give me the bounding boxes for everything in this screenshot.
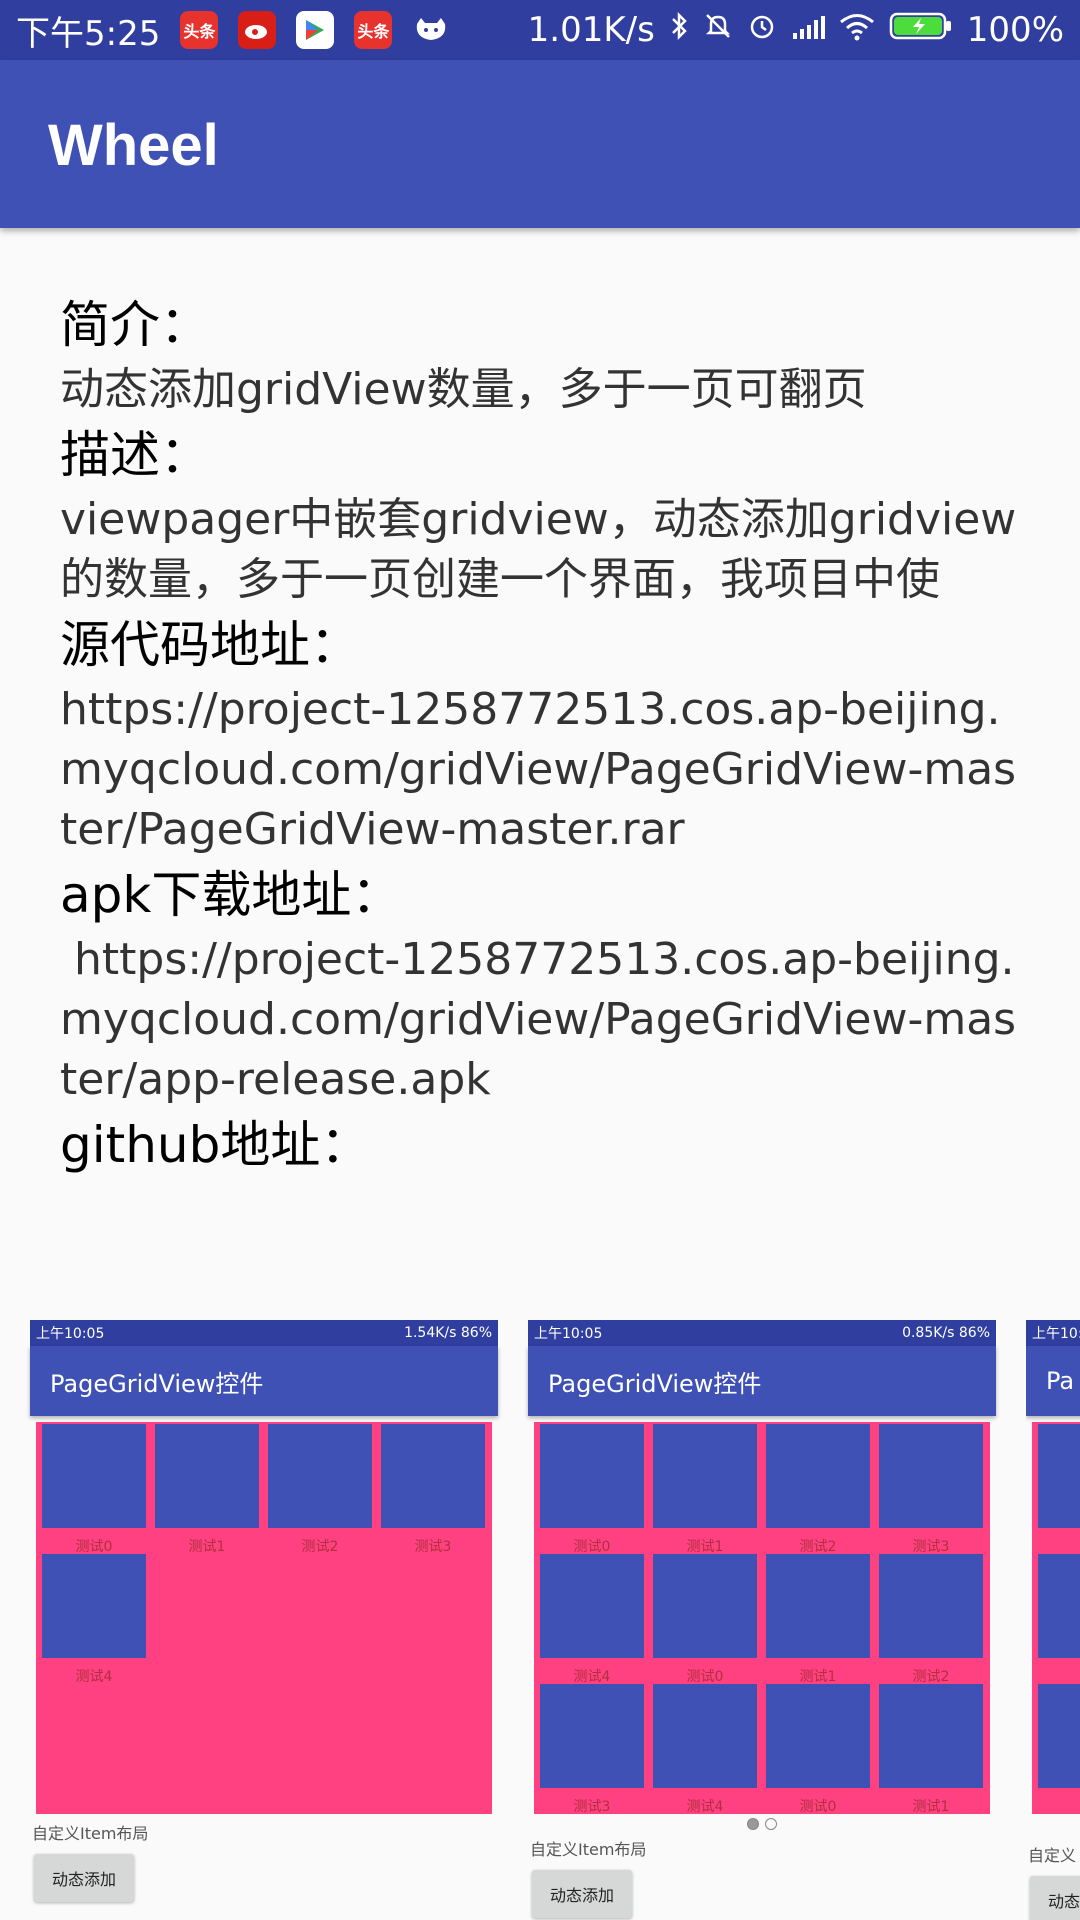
app-toolbar: Wheel xyxy=(0,60,1080,228)
mini-title: PageGridView控件 xyxy=(50,1369,264,1398)
grid-item[interactable]: 测试2 xyxy=(268,1424,372,1556)
mini-toolbar: PageGridView控件 xyxy=(528,1346,996,1416)
toutiao-icon: 头条 xyxy=(354,11,393,49)
app-title: Wheel xyxy=(48,113,219,178)
mini-toolbar: PageGridView控件 xyxy=(30,1346,498,1416)
grid-item[interactable]: 测试1 xyxy=(155,1424,259,1556)
wifi-icon xyxy=(839,10,875,50)
grid-item[interactable] xyxy=(1038,1684,1080,1788)
grid-item[interactable]: 测试2 xyxy=(766,1424,870,1556)
weibo-icon xyxy=(238,11,277,49)
mute-icon xyxy=(703,10,733,50)
mini-status-bar: 上午10:05 0.85K/s 86% xyxy=(528,1320,996,1346)
mini-toolbar: Pa xyxy=(1026,1346,1080,1416)
apk-heading: apk下载地址： xyxy=(60,866,402,924)
grid-view xyxy=(1032,1422,1080,1814)
play-store-icon xyxy=(296,11,335,49)
page-indicator[interactable] xyxy=(528,1818,996,1830)
grid-item[interactable]: 测试4 xyxy=(540,1554,644,1686)
mini-status-right: 0.85K/s 86% xyxy=(902,1325,990,1341)
grid-item[interactable]: 测试4 xyxy=(42,1554,146,1686)
grid-item[interactable]: 测试0 xyxy=(766,1684,870,1816)
battery-percent: 100% xyxy=(966,10,1064,50)
alarm-icon xyxy=(747,10,777,50)
custom-item-caption: 自定义 xyxy=(1028,1846,1077,1865)
grid-item[interactable]: 测试1 xyxy=(653,1424,757,1556)
toutiao-icon: 头条 xyxy=(180,11,219,49)
intro-text: 动态添加gridView数量，多于一页可翻页 xyxy=(60,364,867,415)
grid-view: 测试0 测试1 测试2 测试3 测试4 xyxy=(36,1422,492,1814)
article-content: 简介： 动态添加gridView数量，多于一页可翻页 描述： viewpager… xyxy=(60,290,1020,1180)
description-text: viewpager中嵌套gridview，动态添加gridview的数量，多于一… xyxy=(60,494,1017,605)
page-dot[interactable] xyxy=(765,1818,777,1830)
grid-item[interactable]: 测试1 xyxy=(879,1684,983,1816)
grid-item[interactable] xyxy=(1038,1424,1080,1528)
custom-item-caption: 自定义Item布局 xyxy=(530,1840,647,1859)
source-heading: 源代码地址： xyxy=(60,616,360,674)
battery-icon xyxy=(889,10,953,50)
dynamic-add-button[interactable]: 动态添加 xyxy=(34,1854,135,1902)
intro-heading: 简介： xyxy=(60,296,210,354)
custom-item-caption: 自定义Item布局 xyxy=(32,1824,149,1843)
mini-status-time: 上午10:05 xyxy=(36,1326,105,1342)
demo-screenshot-2: 上午10:05 0.85K/s 86% PageGridView控件 测试0 测… xyxy=(528,1320,996,1918)
source-url-link[interactable]: https://project-1258772513.cos.ap-beijin… xyxy=(60,680,1020,860)
cat-icon xyxy=(412,11,450,49)
net-speed: 1.01K/s xyxy=(527,10,655,50)
screenshot-gallery: 上午10:05 1.54K/s 86% PageGridView控件 测试0 测… xyxy=(0,1320,1080,1920)
grid-item[interactable]: 测试3 xyxy=(879,1424,983,1556)
status-time: 下午5:25 xyxy=(16,13,161,54)
mini-status-time: 上午10:05 xyxy=(534,1326,603,1342)
dynamic-add-button[interactable]: 动态添加 xyxy=(532,1870,633,1918)
grid-item[interactable]: 测试4 xyxy=(653,1684,757,1816)
grid-item[interactable]: 测试3 xyxy=(381,1424,485,1556)
mini-status-right: 1.54K/s 86% xyxy=(404,1325,492,1341)
grid-item[interactable]: 测试0 xyxy=(42,1424,146,1556)
mini-status-time: 上午10: xyxy=(1032,1326,1080,1342)
mini-status-bar: 上午10: xyxy=(1026,1320,1080,1346)
dynamic-add-button[interactable]: 动态 xyxy=(1030,1876,1080,1920)
github-heading: github地址： xyxy=(60,1116,371,1174)
grid-item[interactable] xyxy=(1038,1554,1080,1658)
grid-item[interactable]: 测试2 xyxy=(879,1554,983,1686)
apk-url-link[interactable]: https://project-1258772513.cos.ap-beijin… xyxy=(60,930,1020,1110)
mini-title: Pa xyxy=(1046,1367,1075,1395)
grid-item[interactable]: 测试1 xyxy=(766,1554,870,1686)
grid-item[interactable]: 测试0 xyxy=(653,1554,757,1686)
mini-status-bar: 上午10:05 1.54K/s 86% xyxy=(30,1320,498,1346)
bluetooth-icon xyxy=(669,10,689,50)
demo-screenshot-3: 上午10: Pa 自定义 动态 xyxy=(1026,1320,1080,1920)
page-dot-active[interactable] xyxy=(747,1818,759,1830)
mini-title: PageGridView控件 xyxy=(548,1369,762,1398)
signal-icon xyxy=(791,10,825,50)
demo-screenshot-1: 上午10:05 1.54K/s 86% PageGridView控件 测试0 测… xyxy=(30,1320,498,1902)
grid-item[interactable]: 测试3 xyxy=(540,1684,644,1816)
description-heading: 描述： xyxy=(60,426,210,484)
status-bar: 下午5:25 头条 头条 1.01K/s 100% xyxy=(0,0,1080,60)
grid-view: 测试0 测试1 测试2 测试3 测试4 测试0 测试1 测试2 测试3 测试4 … xyxy=(534,1422,990,1816)
grid-item[interactable]: 测试0 xyxy=(540,1424,644,1556)
